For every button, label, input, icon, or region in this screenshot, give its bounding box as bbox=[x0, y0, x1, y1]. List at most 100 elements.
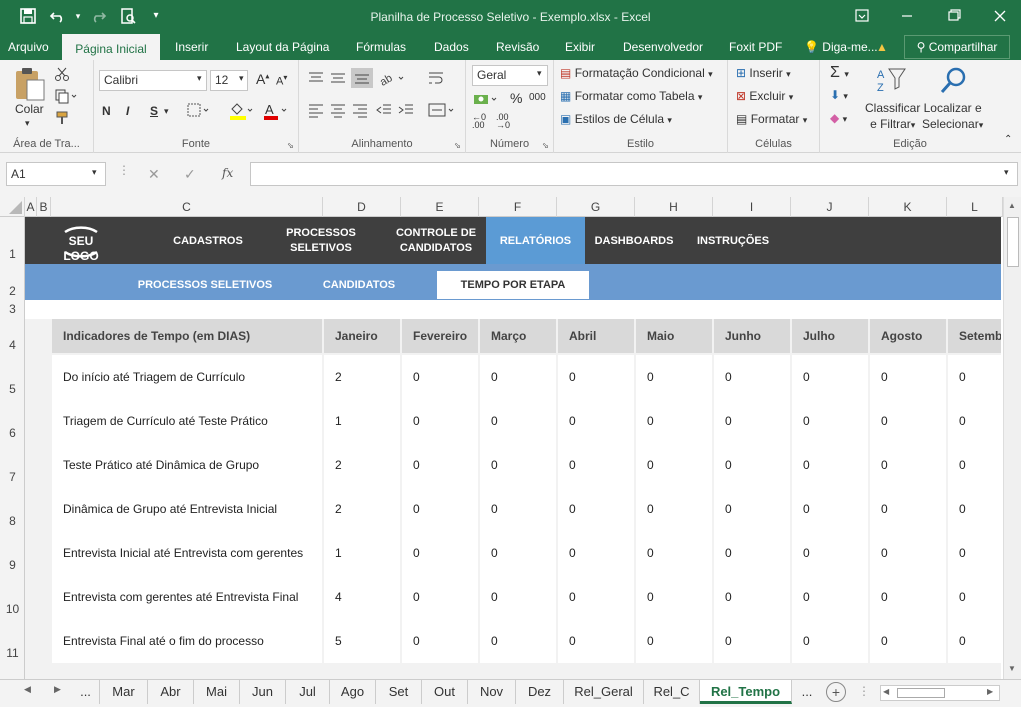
sheet-tab[interactable]: Jun bbox=[240, 680, 286, 704]
col-header-a[interactable]: A bbox=[25, 197, 37, 217]
enter-formula-icon[interactable]: ✓ bbox=[184, 166, 196, 183]
table-cell[interactable]: 5 bbox=[324, 619, 400, 663]
table-cell[interactable]: 0 bbox=[870, 355, 946, 399]
col-header-d[interactable]: D bbox=[323, 197, 401, 217]
table-row-label[interactable]: Entrevista Inicial até Entrevista com ge… bbox=[52, 531, 322, 575]
table-cell[interactable]: 0 bbox=[714, 531, 790, 575]
collapse-ribbon-icon[interactable]: ⌃ bbox=[1004, 134, 1012, 145]
align-left-icon[interactable] bbox=[307, 102, 325, 118]
nav-instrucoes[interactable]: INSTRUÇÕES bbox=[685, 234, 781, 249]
restore-icon[interactable] bbox=[942, 6, 966, 26]
tab-inserir[interactable]: Inserir bbox=[173, 34, 210, 60]
row-header-8[interactable]: 8 bbox=[0, 514, 25, 528]
expand-formula-icon[interactable]: ▾ bbox=[1004, 167, 1009, 178]
table-cell[interactable]: 0 bbox=[948, 487, 1001, 531]
sort-filter-icon[interactable]: AZ bbox=[875, 65, 909, 97]
align-middle-icon[interactable] bbox=[329, 70, 347, 86]
table-cell[interactable]: 0 bbox=[636, 399, 712, 443]
table-cell[interactable]: 0 bbox=[558, 443, 634, 487]
ribbon-display-icon[interactable] bbox=[850, 6, 874, 26]
col-header-l[interactable]: L bbox=[947, 197, 1003, 217]
table-cell[interactable]: 0 bbox=[714, 399, 790, 443]
table-cell[interactable]: 0 bbox=[792, 355, 868, 399]
nav-cadastros[interactable]: CADASTROS bbox=[163, 234, 253, 249]
share-button[interactable]: ⚲ Compartilhar bbox=[904, 35, 1010, 59]
table-cell[interactable]: 0 bbox=[480, 619, 556, 663]
sheet-tab[interactable]: Set bbox=[376, 680, 422, 704]
sheet-tab-more-right[interactable]: ... bbox=[792, 680, 822, 704]
name-box-dropdown-icon[interactable]: ▾ bbox=[92, 167, 97, 178]
col-header-j[interactable]: J bbox=[791, 197, 869, 217]
copy-icon[interactable] bbox=[54, 88, 78, 104]
tell-me[interactable]: 💡 Diga-me... bbox=[802, 34, 880, 60]
tab-arquivo[interactable]: Arquivo bbox=[6, 34, 51, 60]
font-name-select[interactable]: Calibri bbox=[99, 70, 207, 91]
fill-icon[interactable]: ⬇ ▾ bbox=[830, 88, 848, 102]
percent-icon[interactable]: % bbox=[510, 90, 522, 106]
table-row-label[interactable]: Dinâmica de Grupo até Entrevista Inicial bbox=[52, 487, 322, 531]
table-cell[interactable]: 0 bbox=[948, 355, 1001, 399]
decrease-decimal-icon[interactable]: .00 →0 bbox=[496, 113, 510, 130]
align-right-icon[interactable] bbox=[351, 102, 369, 118]
borders-icon[interactable] bbox=[186, 102, 210, 118]
undo-icon[interactable] bbox=[48, 6, 68, 26]
row-header-1[interactable]: 1 bbox=[0, 247, 25, 261]
conditional-formatting-button[interactable]: ▤ Formatação Condicional ▾ bbox=[560, 66, 713, 80]
number-launcher-icon[interactable]: ⬂ bbox=[542, 141, 549, 150]
format-painter-icon[interactable] bbox=[54, 110, 70, 126]
comma-style-icon[interactable]: 000 bbox=[529, 92, 546, 103]
sheet-tab-more-left[interactable]: ... bbox=[72, 680, 100, 704]
table-cell[interactable]: 0 bbox=[870, 619, 946, 663]
sheet-tab-active[interactable]: Rel_Tempo bbox=[700, 680, 792, 704]
select-all-corner[interactable] bbox=[0, 197, 25, 217]
wrap-text-icon[interactable] bbox=[427, 70, 445, 86]
table-cell[interactable]: 0 bbox=[558, 531, 634, 575]
col-header-b[interactable]: B bbox=[37, 197, 51, 217]
paste-icon[interactable] bbox=[13, 66, 47, 102]
table-cell[interactable]: 0 bbox=[480, 443, 556, 487]
table-cell[interactable]: 0 bbox=[480, 355, 556, 399]
col-header-e[interactable]: E bbox=[401, 197, 479, 217]
sheet-tab[interactable]: Mar bbox=[100, 680, 148, 704]
row-header-11[interactable]: 11 bbox=[0, 646, 25, 660]
row-header-5[interactable]: 5 bbox=[0, 382, 25, 396]
table-row-label[interactable]: Triagem de Currículo até Teste Prático bbox=[52, 399, 322, 443]
table-cell[interactable]: 2 bbox=[324, 355, 400, 399]
insert-function-icon[interactable]: fx bbox=[222, 166, 233, 180]
table-cell[interactable]: 0 bbox=[792, 399, 868, 443]
bold-button[interactable]: N bbox=[102, 104, 111, 118]
scroll-down-icon[interactable]: ▼ bbox=[1008, 664, 1016, 673]
sheet-tab[interactable]: Nov bbox=[468, 680, 516, 704]
subnav-processos-seletivos[interactable]: PROCESSOS SELETIVOS bbox=[130, 271, 280, 299]
decrease-indent-icon[interactable] bbox=[375, 102, 393, 118]
table-cell[interactable]: 0 bbox=[714, 355, 790, 399]
sheet-tab[interactable]: Ago bbox=[330, 680, 376, 704]
table-cell[interactable]: 0 bbox=[948, 399, 1001, 443]
cell-styles-button[interactable]: ▣ Estilos de Célula ▾ bbox=[560, 112, 672, 126]
cut-icon[interactable] bbox=[54, 66, 70, 82]
table-cell[interactable]: 0 bbox=[714, 575, 790, 619]
tab-pagina-inicial[interactable]: Página Inicial bbox=[62, 34, 160, 60]
table-cell[interactable]: 0 bbox=[714, 487, 790, 531]
col-header-h[interactable]: H bbox=[635, 197, 713, 217]
table-cell[interactable]: 0 bbox=[870, 443, 946, 487]
paste-dropdown-icon[interactable]: ▾ bbox=[25, 118, 30, 129]
vertical-scrollbar[interactable]: ▲ ▼ bbox=[1003, 197, 1021, 679]
font-color-icon[interactable]: A bbox=[262, 101, 290, 121]
number-format-dropdown-icon[interactable]: ▾ bbox=[537, 68, 542, 79]
paste-label[interactable]: Colar bbox=[15, 102, 44, 116]
cancel-formula-icon[interactable]: ✕ bbox=[148, 166, 160, 183]
align-bottom-icon[interactable] bbox=[351, 68, 373, 88]
table-cell[interactable]: 0 bbox=[636, 443, 712, 487]
align-top-icon[interactable] bbox=[307, 70, 325, 86]
print-preview-icon[interactable] bbox=[118, 6, 138, 26]
table-row-label[interactable]: Entrevista com gerentes até Entrevista F… bbox=[52, 575, 322, 619]
vertical-scroll-thumb[interactable] bbox=[1007, 217, 1019, 267]
add-sheet-icon[interactable]: + bbox=[826, 682, 846, 702]
table-cell[interactable]: 0 bbox=[636, 575, 712, 619]
increase-indent-icon[interactable] bbox=[397, 102, 415, 118]
table-cell[interactable]: 0 bbox=[402, 531, 478, 575]
table-cell[interactable]: 0 bbox=[792, 531, 868, 575]
subnav-candidatos[interactable]: CANDIDATOS bbox=[303, 271, 415, 299]
currency-icon[interactable] bbox=[472, 90, 500, 108]
